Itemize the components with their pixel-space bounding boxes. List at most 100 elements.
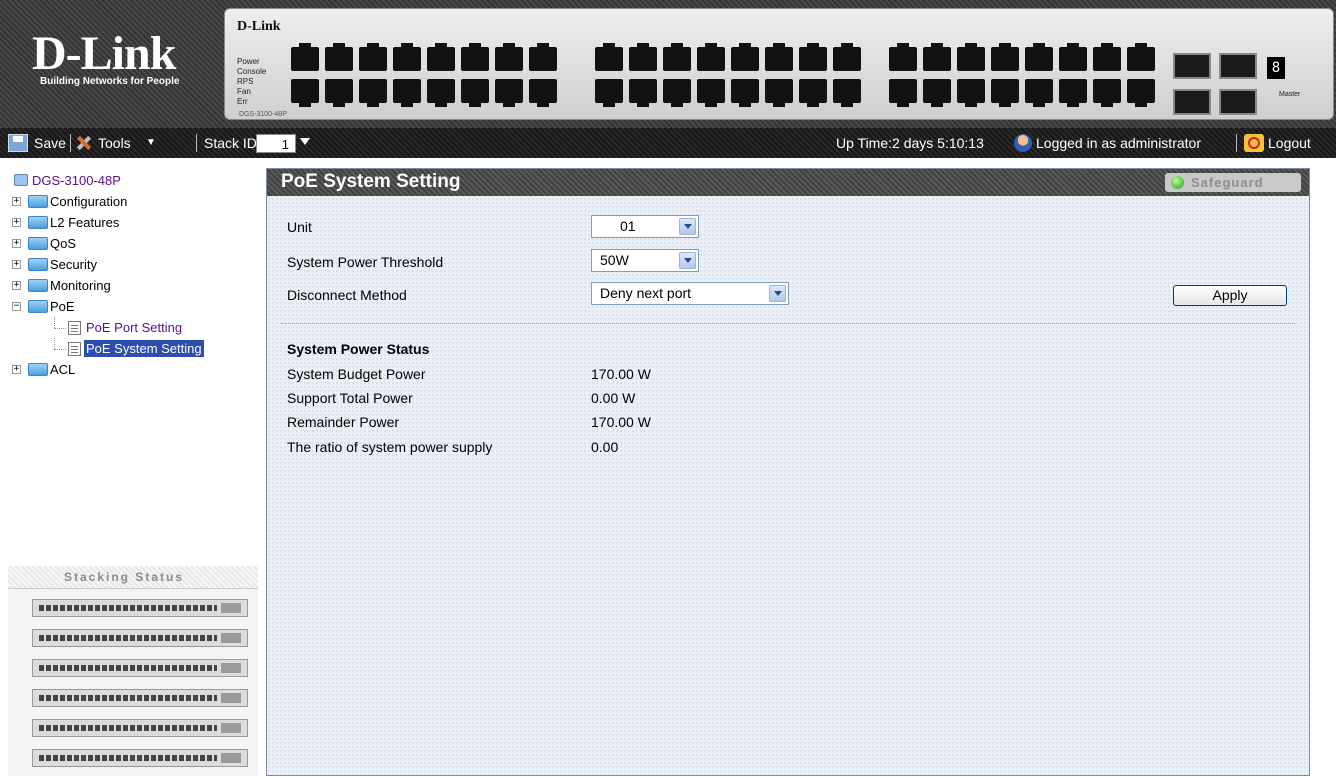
expand-icon[interactable]: +: [12, 197, 21, 206]
tree-root-label[interactable]: DGS-3100-48P: [32, 173, 121, 188]
tree-item-label[interactable]: ACL: [50, 359, 75, 380]
tree-item-label[interactable]: QoS: [50, 233, 76, 254]
tree-item-configuration[interactable]: + Configuration: [8, 191, 258, 212]
ethernet-port[interactable]: [359, 43, 387, 71]
expand-icon[interactable]: +: [12, 365, 21, 374]
ethernet-port[interactable]: [325, 79, 353, 107]
expand-icon[interactable]: +: [12, 281, 21, 290]
ethernet-port[interactable]: [923, 43, 951, 71]
stack-unit[interactable]: [32, 749, 248, 767]
ethernet-port[interactable]: [957, 43, 985, 71]
ethernet-port[interactable]: [1127, 43, 1155, 71]
disconnect-method-select[interactable]: Deny next port: [591, 282, 789, 305]
ethernet-port[interactable]: [629, 79, 657, 107]
ethernet-port[interactable]: [393, 79, 421, 107]
tree-item-poe-system-setting[interactable]: PoE System Setting: [8, 338, 258, 359]
ethernet-port[interactable]: [663, 43, 691, 71]
apply-button[interactable]: Apply: [1173, 285, 1287, 306]
ethernet-port[interactable]: [889, 43, 917, 71]
tree-item-label[interactable]: PoE: [50, 296, 75, 317]
ethernet-port[interactable]: [731, 43, 759, 71]
sfp-port[interactable]: [1219, 53, 1257, 79]
chevron-down-icon[interactable]: ▼: [146, 128, 156, 158]
tree-item-label[interactable]: Security: [50, 254, 97, 275]
ethernet-port[interactable]: [427, 43, 455, 71]
ethernet-port[interactable]: [461, 79, 489, 107]
ethernet-port[interactable]: [923, 79, 951, 107]
chevron-down-icon[interactable]: [300, 138, 310, 145]
tree-item-poe[interactable]: − PoE: [8, 296, 258, 317]
logout-button[interactable]: Logout: [1268, 128, 1311, 158]
ethernet-port[interactable]: [595, 79, 623, 107]
ethernet-port[interactable]: [663, 79, 691, 107]
ethernet-port[interactable]: [393, 43, 421, 71]
stack-unit[interactable]: [32, 689, 248, 707]
tree-item-label[interactable]: Monitoring: [50, 275, 111, 296]
tree-item-label[interactable]: PoE Port Setting: [84, 317, 184, 338]
ethernet-port[interactable]: [291, 43, 319, 71]
ethernet-port[interactable]: [629, 43, 657, 71]
expand-icon[interactable]: +: [12, 218, 21, 227]
ethernet-port[interactable]: [325, 43, 353, 71]
stack-unit[interactable]: [32, 629, 248, 647]
ethernet-port[interactable]: [427, 79, 455, 107]
ethernet-port[interactable]: [957, 79, 985, 107]
collapse-icon[interactable]: −: [12, 302, 21, 311]
tools-menu[interactable]: Tools: [98, 128, 131, 158]
save-button[interactable]: Save: [34, 128, 66, 158]
tree-item-poe-port-setting[interactable]: PoE Port Setting: [8, 317, 258, 338]
ethernet-port[interactable]: [833, 43, 861, 71]
tree-item-security[interactable]: + Security: [8, 254, 258, 275]
stack-id-select[interactable]: 1: [256, 134, 296, 153]
chevron-down-icon[interactable]: [769, 285, 786, 302]
chevron-down-icon[interactable]: [679, 252, 696, 269]
save-icon[interactable]: [8, 134, 28, 152]
unit-select[interactable]: 01: [591, 215, 699, 238]
tree-item-acl[interactable]: + ACL: [8, 359, 258, 380]
ethernet-port[interactable]: [461, 43, 489, 71]
system-power-threshold-select[interactable]: 50W: [591, 249, 699, 272]
tree-item-l2-features[interactable]: + L2 Features: [8, 212, 258, 233]
ethernet-port[interactable]: [889, 79, 917, 107]
tree-item-label[interactable]: L2 Features: [50, 212, 119, 233]
ethernet-port[interactable]: [1059, 43, 1087, 71]
tree-root[interactable]: DGS-3100-48P: [8, 170, 258, 191]
expand-icon[interactable]: +: [12, 239, 21, 248]
ethernet-port[interactable]: [1059, 79, 1087, 107]
stack-unit[interactable]: [32, 719, 248, 737]
ethernet-port[interactable]: [291, 79, 319, 107]
tools-icon[interactable]: [74, 133, 94, 153]
ethernet-port[interactable]: [1025, 43, 1053, 71]
ethernet-port[interactable]: [991, 43, 1019, 71]
ethernet-port[interactable]: [765, 43, 793, 71]
ethernet-port[interactable]: [1127, 79, 1155, 107]
ethernet-port[interactable]: [799, 79, 827, 107]
ethernet-port[interactable]: [731, 79, 759, 107]
ethernet-port[interactable]: [595, 43, 623, 71]
ethernet-port[interactable]: [1093, 79, 1121, 107]
ethernet-port[interactable]: [495, 79, 523, 107]
ethernet-port[interactable]: [359, 79, 387, 107]
ethernet-port[interactable]: [991, 79, 1019, 107]
tree-item-qos[interactable]: + QoS: [8, 233, 258, 254]
ethernet-port[interactable]: [697, 43, 725, 71]
ethernet-port[interactable]: [697, 79, 725, 107]
tree-item-label-selected[interactable]: PoE System Setting: [84, 340, 204, 357]
ethernet-port[interactable]: [833, 79, 861, 107]
tree-item-label[interactable]: Configuration: [50, 191, 127, 212]
chevron-down-icon[interactable]: [679, 218, 696, 235]
ethernet-port[interactable]: [529, 79, 557, 107]
stack-unit[interactable]: [32, 599, 248, 617]
logout-icon[interactable]: [1244, 134, 1264, 152]
ethernet-port[interactable]: [765, 79, 793, 107]
ethernet-port[interactable]: [1025, 79, 1053, 107]
tree-item-monitoring[interactable]: + Monitoring: [8, 275, 258, 296]
sfp-port[interactable]: [1173, 53, 1211, 79]
sfp-port[interactable]: [1173, 89, 1211, 115]
sfp-port[interactable]: [1219, 89, 1257, 115]
ethernet-port[interactable]: [529, 43, 557, 71]
ethernet-port[interactable]: [495, 43, 523, 71]
ethernet-port[interactable]: [799, 43, 827, 71]
expand-icon[interactable]: +: [12, 260, 21, 269]
ethernet-port[interactable]: [1093, 43, 1121, 71]
